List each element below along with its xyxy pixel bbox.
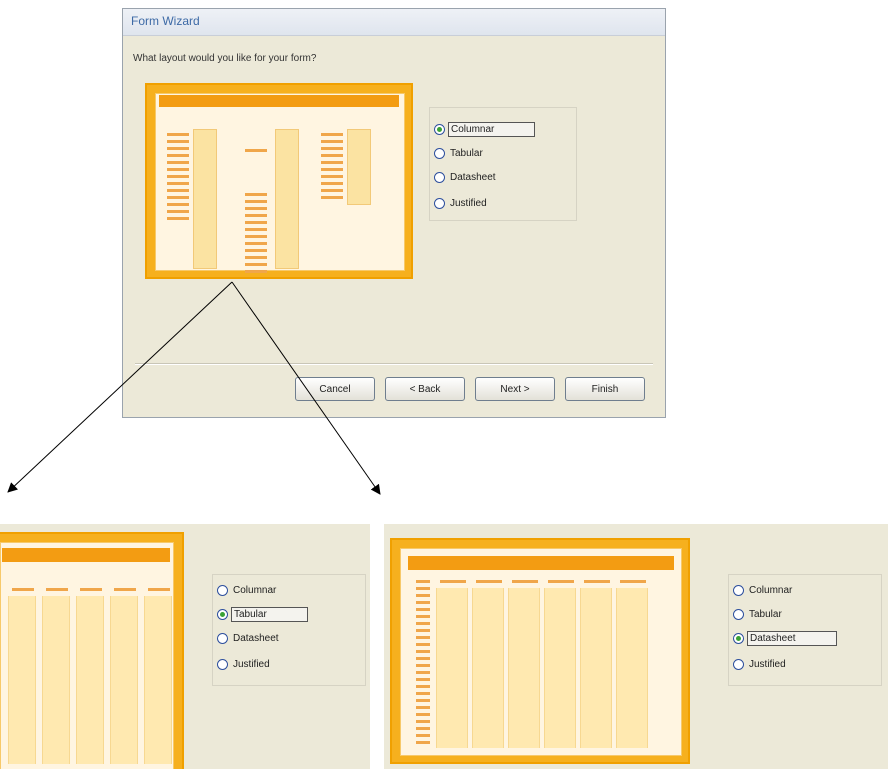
arrow-to-datasheet — [231, 281, 381, 495]
callout-arrows — [7, 281, 381, 495]
arrow-to-tabular — [7, 281, 233, 493]
